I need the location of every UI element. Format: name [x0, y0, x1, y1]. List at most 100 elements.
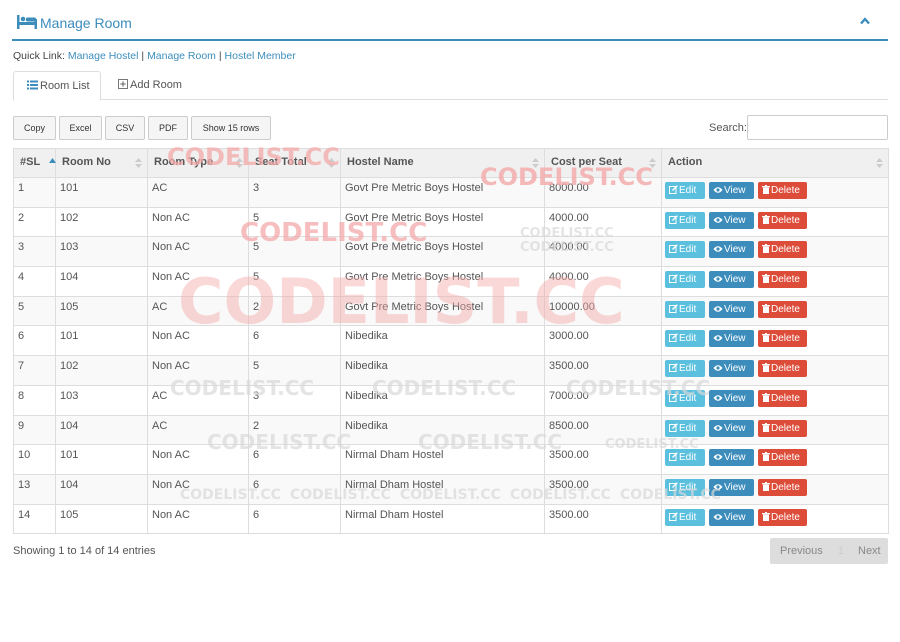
view-button[interactable]: View — [709, 508, 754, 526]
table-info: Showing 1 to 14 of 14 entries — [13, 545, 156, 557]
view-button[interactable]: View — [709, 330, 754, 348]
copy-button[interactable]: Copy — [13, 116, 56, 140]
edit-button-label: Edit — [679, 333, 697, 345]
view-button[interactable]: View — [709, 241, 754, 259]
edit-button[interactable]: Edit — [665, 389, 705, 407]
column-header-seat-total[interactable]: Seat Total — [248, 148, 341, 178]
cell-room-type: Non AC — [147, 206, 249, 238]
cell-room-type: Non AC — [147, 266, 249, 297]
show-rows-button[interactable]: Show 15 rows — [191, 116, 271, 140]
delete-button[interactable]: Delete — [758, 360, 807, 378]
edit-icon — [669, 422, 678, 432]
delete-button[interactable]: Delete — [758, 449, 807, 467]
cell-room-type: AC — [147, 414, 249, 446]
edit-icon — [669, 452, 678, 462]
link-manage-room[interactable]: Manage Room — [147, 50, 216, 62]
excel-button[interactable]: Excel — [59, 116, 102, 140]
cell-room-no: 105 — [55, 295, 148, 327]
tab-add-room-label: Add Room — [130, 79, 182, 91]
separator: | — [141, 50, 145, 62]
delete-button-label: Delete — [771, 511, 800, 523]
edit-icon — [669, 333, 678, 343]
delete-button[interactable]: Delete — [758, 389, 807, 407]
cell-sl: 14 — [13, 503, 56, 535]
delete-button[interactable]: Delete — [758, 211, 807, 229]
chevron-up-icon[interactable] — [858, 14, 872, 28]
view-button[interactable]: View — [709, 360, 754, 378]
edit-icon — [669, 244, 678, 254]
pdf-button[interactable]: PDF — [148, 116, 188, 140]
tab-room-list[interactable]: Room List — [13, 71, 101, 101]
view-button[interactable]: View — [709, 182, 754, 199]
cell-action: Edit View Delete — [661, 177, 889, 208]
edit-button[interactable]: Edit — [665, 211, 705, 229]
delete-button-label: Delete — [771, 303, 800, 315]
cell-action: Edit View Delete — [661, 384, 889, 416]
delete-button-label: Delete — [771, 214, 800, 226]
column-header-cost-per-seat[interactable]: Cost per Seat — [544, 148, 662, 178]
cell-seat-total: 3 — [248, 384, 341, 416]
delete-button[interactable]: Delete — [758, 478, 807, 496]
view-button[interactable]: View — [709, 389, 754, 407]
search-input[interactable] — [747, 115, 888, 140]
cell-sl: 1 — [13, 177, 56, 208]
column-header-action[interactable]: Action — [661, 148, 889, 178]
column-header-hostel-name[interactable]: Hostel Name — [340, 148, 545, 178]
tab-add-room[interactable]: Add Room — [105, 71, 193, 101]
edit-button-label: Edit — [679, 303, 697, 315]
edit-button[interactable]: Edit — [665, 182, 705, 199]
sort-icon — [876, 158, 883, 168]
table-row: 4 104 Non AC 5 Govt Pre Metric Boys Hostel 40… — [13, 266, 889, 297]
delete-button[interactable]: Delete — [758, 182, 807, 199]
table-row: 10 101 Non AC 6 Nirmal Dham Hostel 3500.00 Edi… — [13, 444, 889, 475]
edit-button[interactable]: Edit — [665, 241, 705, 259]
eye-icon — [713, 395, 723, 401]
cell-cost-per-seat: 10000.00 — [544, 295, 662, 327]
eye-icon — [713, 454, 723, 460]
table-row: 5 105 AC 2 Govt Pre Metric Boys Hostel 10000.… — [13, 295, 889, 327]
cell-action: Edit View Delete — [661, 266, 889, 297]
view-button[interactable]: View — [709, 271, 754, 289]
next-page-button[interactable]: Next — [858, 545, 881, 557]
trash-icon — [762, 511, 770, 521]
table-row: 7 102 Non AC 5 Nibedika 3500.00 Edit View Delete — [13, 355, 889, 386]
edit-button[interactable]: Edit — [665, 360, 705, 378]
edit-button[interactable]: Edit — [665, 300, 705, 318]
delete-button[interactable]: Delete — [758, 508, 807, 526]
link-manage-hostel[interactable]: Manage Hostel — [68, 50, 139, 62]
edit-button[interactable]: Edit — [665, 271, 705, 289]
cell-cost-per-seat: 8000.00 — [544, 177, 662, 208]
edit-button[interactable]: Edit — [665, 330, 705, 348]
edit-button-label: Edit — [679, 392, 697, 404]
delete-button[interactable]: Delete — [758, 419, 807, 437]
eye-icon — [713, 335, 723, 342]
delete-button[interactable]: Delete — [758, 271, 807, 289]
view-button[interactable]: View — [709, 449, 754, 467]
cell-sl: 5 — [13, 295, 56, 327]
delete-button[interactable]: Delete — [758, 330, 807, 348]
cell-seat-total: 6 — [248, 473, 341, 505]
delete-button[interactable]: Delete — [758, 241, 807, 259]
view-button[interactable]: View — [709, 211, 754, 229]
cell-hostel-name: Govt Pre Metric Boys Hostel — [340, 266, 545, 297]
column-header-room-type[interactable]: Room Type — [147, 148, 249, 178]
cell-sl: 7 — [13, 355, 56, 386]
view-button[interactable]: View — [709, 300, 754, 318]
view-button[interactable]: View — [709, 478, 754, 496]
edit-button[interactable]: Edit — [665, 508, 705, 526]
edit-button[interactable]: Edit — [665, 478, 705, 496]
trash-icon — [762, 363, 770, 373]
column-header-room-no[interactable]: Room No — [55, 148, 148, 178]
column-header-sl[interactable]: #SL — [13, 148, 56, 178]
cell-hostel-name: Govt Pre Metric Boys Hostel — [340, 206, 545, 238]
edit-button[interactable]: Edit — [665, 419, 705, 437]
delete-button[interactable]: Delete — [758, 300, 807, 318]
view-button[interactable]: View — [709, 419, 754, 437]
current-page[interactable]: 1 — [838, 545, 844, 557]
cell-sl: 9 — [13, 414, 56, 446]
cell-seat-total: 3 — [248, 177, 341, 208]
previous-page-button[interactable]: Previous — [780, 545, 823, 557]
link-hostel-member[interactable]: Hostel Member — [225, 50, 296, 62]
edit-button[interactable]: Edit — [665, 449, 705, 467]
csv-button[interactable]: CSV — [105, 116, 145, 140]
